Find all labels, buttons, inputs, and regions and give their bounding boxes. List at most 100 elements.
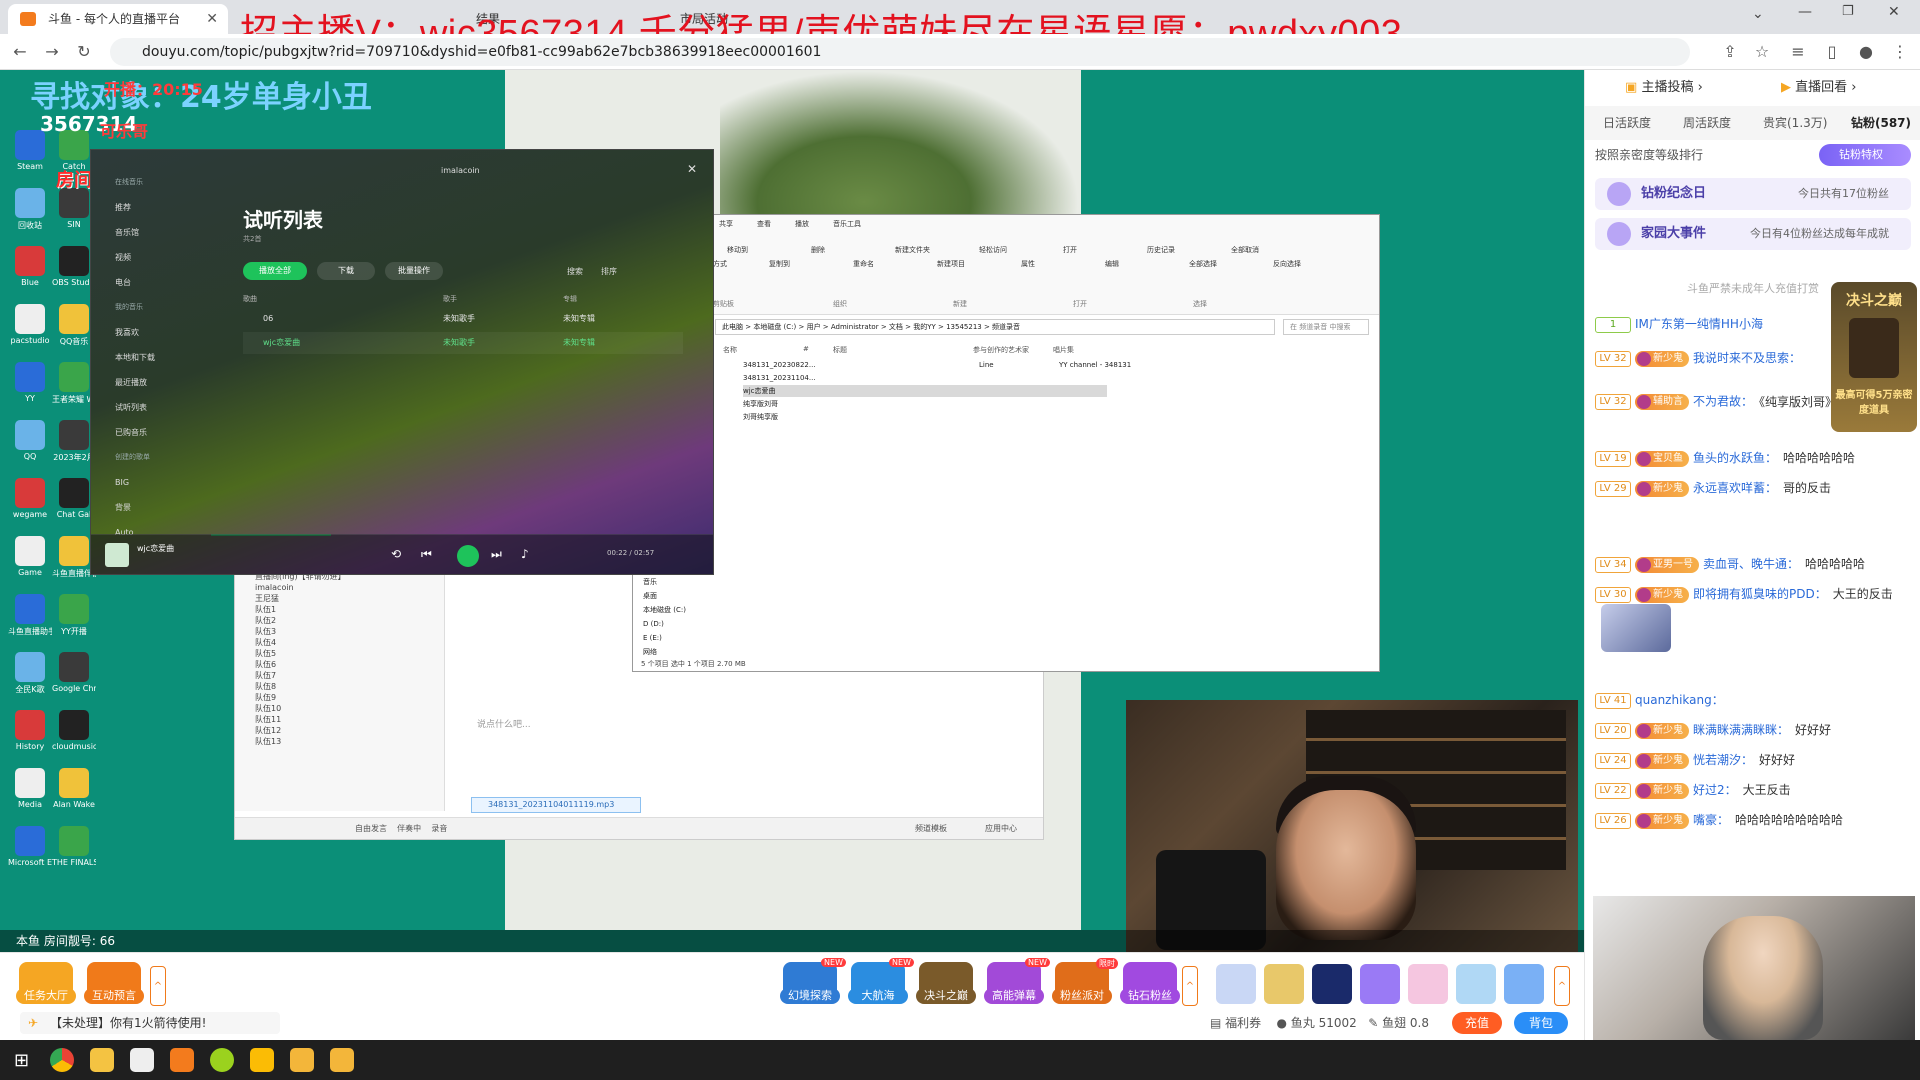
channel-item[interactable]: 队伍3 (235, 626, 444, 637)
explorer-path[interactable]: 此电脑 > 本地磁盘 (C:) > 用户 > Administrator > 文… (715, 319, 1275, 335)
expand-left-icon[interactable]: ^ (150, 966, 166, 1006)
explorer-search[interactable]: 在 频道录音 中搜索 (1283, 319, 1369, 335)
record-label[interactable]: 录音 (431, 824, 447, 833)
channel-item[interactable]: 队伍1 (235, 604, 444, 615)
channel-template-label[interactable]: 频道模板 (915, 818, 947, 840)
welfare-ticket[interactable]: 福利券 (1225, 1016, 1261, 1030)
rocket-notice[interactable]: ✈ 【未处理】你有1火箭待使用! (20, 1012, 280, 1034)
loop-icon[interactable]: ⟲ (391, 547, 401, 561)
channel-item[interactable]: 队伍5 (235, 648, 444, 659)
anchor-post-link[interactable]: ▣ 主播投稿 › (1625, 70, 1703, 106)
sidebar-item[interactable]: BIG (91, 470, 207, 495)
desktop-shortcut[interactable]: Microsoft Edge (8, 826, 52, 867)
ribbon-button[interactable]: 移动到 (727, 245, 748, 255)
user-nickname[interactable]: 恍若潮汐： (1693, 753, 1753, 767)
sidebar-item[interactable]: 我喜欢 (91, 320, 207, 345)
channel-item[interactable]: 王尼猛 (235, 593, 444, 604)
chat-input[interactable]: 说点什么吧... (457, 711, 1037, 801)
ribbon-button[interactable]: 历史记录 (1147, 245, 1175, 255)
gift-item-icon[interactable] (1456, 964, 1496, 1004)
sidebar-item[interactable]: 电台 (91, 270, 207, 295)
feature-button[interactable]: 钻石粉丝 (1120, 962, 1180, 1004)
minimize-icon[interactable]: — (1798, 4, 1812, 20)
user-nickname[interactable]: IM广东第一纯情HH小海 (1635, 317, 1763, 331)
music-user[interactable]: imalacoin (441, 166, 480, 175)
previous-icon[interactable]: ⏮ (421, 547, 432, 562)
bookmark-star-icon[interactable]: ☆ (1750, 40, 1774, 64)
chat-message[interactable]: LV 34 亚男一号 卖血哥、晚牛通： 哈哈哈哈哈 (1595, 554, 1915, 574)
ribbon-tab[interactable]: 播放 (795, 219, 809, 229)
ribbon-button[interactable]: 编辑 (1105, 259, 1119, 269)
column-header[interactable]: 标题 (833, 345, 847, 355)
feature-button[interactable]: 大航海 NEW (848, 958, 914, 1004)
tab-weekly[interactable]: 周活跃度 (1683, 106, 1731, 140)
user-nickname[interactable]: 眯满眯满满眯眯： (1693, 723, 1789, 737)
channel-item[interactable]: 队伍6 (235, 659, 444, 670)
tab-daily[interactable]: 日活跃度 (1603, 106, 1651, 140)
ribbon-button[interactable]: 全部选择 (1189, 259, 1217, 269)
desktop-shortcut[interactable]: pacstudio (8, 304, 52, 345)
user-nickname[interactable]: 嘴豪： (1693, 813, 1729, 827)
desktop-shortcut[interactable]: History (8, 710, 52, 751)
file-row[interactable]: wjc恋爱曲 (743, 385, 1107, 397)
chevron-down-icon[interactable]: ⌄ (1752, 6, 1764, 22)
file-row[interactable]: 348131_20230822... Line YY channel - 34813… (743, 359, 1131, 371)
file-row[interactable]: 348131_20231104... (743, 372, 1107, 384)
sidebar-item[interactable]: 最近播放 (91, 370, 207, 395)
chat-message[interactable]: LV 26 新少鬼 嘴豪： 哈哈哈哈哈哈哈哈哈 (1595, 810, 1915, 830)
ribbon-button[interactable]: 轻松访问 (979, 245, 1007, 255)
expand-right-icon[interactable]: ^ (1182, 966, 1198, 1006)
channel-item[interactable]: 队伍10 (235, 703, 444, 714)
ribbon-button[interactable]: 反向选择 (1273, 259, 1301, 269)
desktop-shortcut[interactable]: 全民K歌 (8, 652, 52, 695)
folder-icon[interactable] (90, 1048, 114, 1072)
nav-item[interactable]: E (E:) (643, 631, 713, 645)
channel-item[interactable]: 队伍9 (235, 692, 444, 703)
desktop-shortcut[interactable]: wegame (8, 478, 52, 519)
gift-item-icon[interactable] (1360, 964, 1400, 1004)
chat-message[interactable]: LV 24 新少鬼 恍若潮汐： 好好好 (1595, 750, 1915, 770)
replay-link[interactable]: ▶ 直播回看 › (1781, 70, 1857, 106)
owl-app-2-icon[interactable] (330, 1048, 354, 1072)
bag-button[interactable]: 背包 (1514, 1012, 1568, 1034)
channel-item[interactable]: 队伍11 (235, 714, 444, 725)
ribbon-button[interactable]: 属性 (1021, 259, 1035, 269)
gift-item-icon[interactable] (1408, 964, 1448, 1004)
diamond-privilege-button[interactable]: 钻粉特权 (1819, 144, 1911, 166)
desktop-shortcut[interactable]: YY (8, 362, 52, 403)
user-nickname[interactable]: quanzhikang： (1635, 693, 1724, 707)
menu-icon[interactable]: ⋮ (1888, 40, 1912, 64)
song-row-playing[interactable]: wjc恋爱曲 未知歌手 未知专辑 (243, 332, 683, 354)
channel-item[interactable]: imalacoin (235, 582, 444, 593)
channel-item[interactable]: 队伍12 (235, 725, 444, 736)
sidebar-item[interactable]: 背景 (91, 495, 207, 520)
channel-item[interactable]: 队伍13 (235, 736, 444, 747)
feature-button[interactable]: 高能弹幕 NEW (984, 958, 1050, 1004)
file-row[interactable]: 刘哥纯享版 (743, 411, 1107, 423)
tab-douyu[interactable]: 斗鱼 - 每个人的直播平台 ✕ (8, 4, 228, 34)
nav-item[interactable]: 音乐 (643, 575, 713, 589)
chat-message[interactable]: LV 22 新少鬼 好过2： 大王反击 (1595, 780, 1915, 800)
pause-icon[interactable] (457, 545, 479, 567)
windows-start-icon[interactable]: ⊞ (14, 1050, 29, 1071)
user-nickname[interactable]: 不为君故： (1693, 395, 1753, 409)
gift-item-icon[interactable] (1312, 964, 1352, 1004)
ribbon-button[interactable]: 复制到 (769, 259, 790, 269)
album-cover[interactable] (105, 543, 129, 567)
forward-icon[interactable]: → (40, 40, 64, 64)
desktop-shortcut[interactable]: Alan Wake (52, 768, 96, 809)
gift-item-icon[interactable] (1216, 964, 1256, 1004)
desktop-shortcut[interactable]: 斗鱼直播助手 (8, 594, 52, 637)
url-field[interactable]: douyu.com/topic/pubgxjtw?rid=709710&dysh… (110, 38, 1690, 66)
sort-button[interactable]: 排序 (601, 266, 617, 277)
desktop-shortcut[interactable]: 回收站 (8, 188, 52, 231)
back-icon[interactable]: ← (8, 40, 32, 64)
chat-message[interactable]: LV 20 新少鬼 眯满眯满满眯眯： 好好好 (1595, 720, 1915, 740)
sidebar-item[interactable]: 视频 (91, 245, 207, 270)
channel-item[interactable]: 队伍2 (235, 615, 444, 626)
user-nickname[interactable]: 好过2： (1693, 783, 1737, 797)
nav-item[interactable]: D (D:) (643, 617, 713, 631)
channel-item[interactable]: 队伍7 (235, 670, 444, 681)
tab-diamond[interactable]: 钻粉(587) (1851, 106, 1911, 140)
next-icon[interactable]: ⏭ (491, 547, 502, 562)
